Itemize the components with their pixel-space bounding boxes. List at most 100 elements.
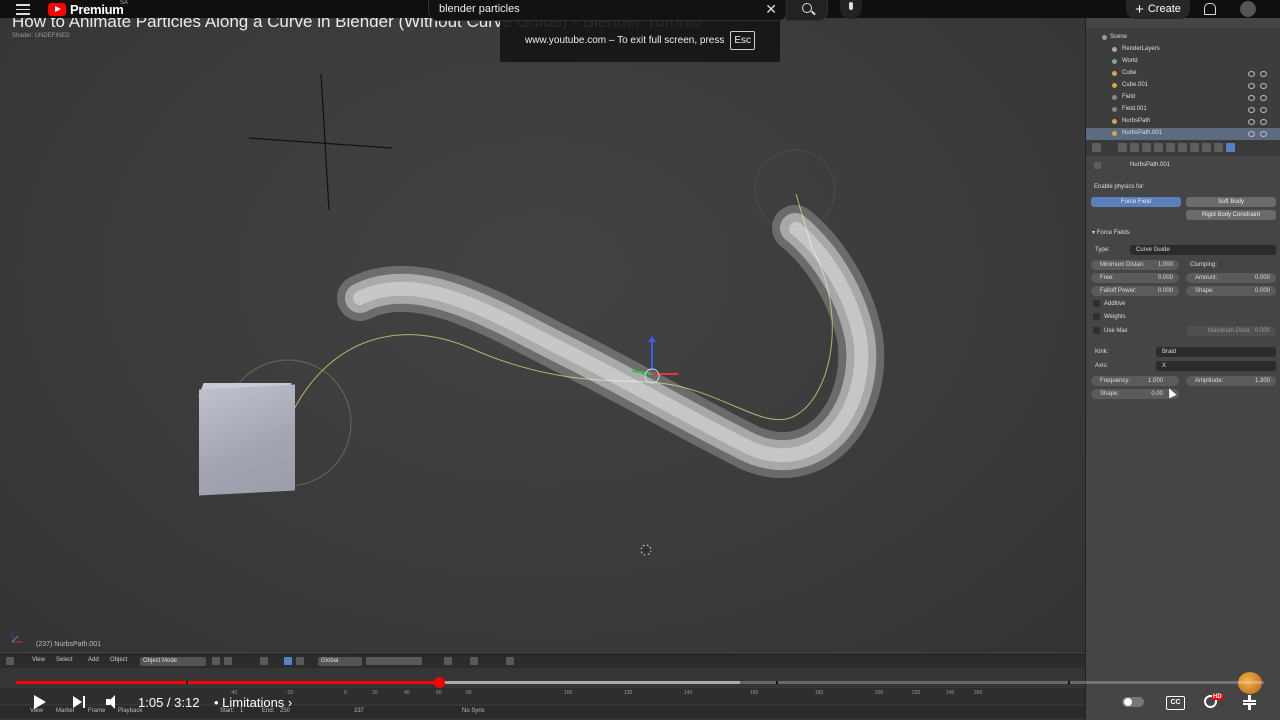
- proportional-icon[interactable]: [444, 657, 452, 665]
- frequency-field[interactable]: Frequency: 1.000: [1091, 376, 1179, 386]
- empty-axis-line: [248, 137, 393, 149]
- kink-label: Kink:: [1095, 349, 1109, 355]
- outliner-item[interactable]: Cube.001: [1086, 80, 1280, 92]
- pin-icon[interactable]: [1094, 162, 1101, 169]
- use-max-checkbox[interactable]: [1093, 327, 1100, 334]
- select-arrow-icon[interactable]: [1260, 71, 1267, 77]
- minimum-distance-field[interactable]: Minimum Distan: 1.000: [1091, 260, 1179, 270]
- outliner-item[interactable]: Field.001: [1086, 104, 1280, 116]
- editor-type-icon[interactable]: [6, 657, 14, 665]
- outliner-item[interactable]: NurbsPath: [1086, 116, 1280, 128]
- pivot-icon[interactable]: [224, 657, 232, 665]
- clumping-shape-field[interactable]: Shape: 0.000: [1186, 286, 1276, 296]
- play-button[interactable]: [32, 692, 46, 712]
- render-icon[interactable]: [506, 657, 514, 665]
- field-type-dropdown[interactable]: Curve Guide: [1130, 245, 1276, 255]
- select-arrow-icon[interactable]: [1260, 131, 1267, 137]
- outliner-item[interactable]: World: [1086, 56, 1280, 68]
- video-player[interactable]: How to Animate Particles Along a Curve i…: [0, 18, 1280, 720]
- weights-checkbox[interactable]: [1093, 313, 1100, 320]
- subtitles-cc-button[interactable]: CC: [1166, 696, 1185, 710]
- chapter-title-button[interactable]: • Limitations ›: [214, 695, 292, 710]
- render-tab-icon[interactable]: [1092, 143, 1101, 152]
- soft-body-button[interactable]: Soft Body: [1186, 197, 1276, 207]
- chapter-marker: [1068, 681, 1070, 684]
- constraints-tab-icon[interactable]: [1154, 143, 1163, 152]
- volume-icon[interactable]: [106, 692, 122, 712]
- type-label: Type:: [1095, 247, 1110, 253]
- mode-dropdown[interactable]: Object Mode: [140, 657, 206, 666]
- current-frame-field[interactable]: 237: [354, 708, 364, 714]
- properties-tabs: [1086, 140, 1280, 156]
- data-tab-icon[interactable]: [1178, 143, 1187, 152]
- axis-dropdown[interactable]: X: [1156, 361, 1276, 371]
- search-icon: [802, 3, 812, 13]
- clear-search-icon[interactable]: ✕: [765, 1, 777, 18]
- select-arrow-icon[interactable]: [1260, 83, 1267, 89]
- falloff-power-field[interactable]: Falloff Power: 0.000: [1091, 286, 1179, 296]
- next-video-button[interactable]: [72, 692, 86, 712]
- orientation-dropdown[interactable]: Global: [318, 657, 362, 666]
- search-button[interactable]: [786, 0, 828, 21]
- select-arrow-icon[interactable]: [1260, 119, 1267, 125]
- force-field-button[interactable]: Force Field: [1091, 197, 1181, 207]
- world-tab-icon[interactable]: [1130, 143, 1139, 152]
- visibility-eye-icon[interactable]: [1248, 131, 1255, 137]
- rotate-icon[interactable]: [296, 657, 304, 665]
- select-arrow-icon[interactable]: [1260, 107, 1267, 113]
- texture-tab-icon[interactable]: [1202, 143, 1211, 152]
- create-button[interactable]: + Create: [1126, 0, 1190, 19]
- modifiers-tab-icon[interactable]: [1166, 143, 1175, 152]
- menu-view[interactable]: View: [32, 657, 45, 663]
- visibility-eye-icon[interactable]: [1248, 107, 1255, 113]
- outliner-item[interactable]: Scene: [1086, 32, 1280, 44]
- outliner-item-selected[interactable]: NurbsPath.001: [1086, 128, 1280, 140]
- additive-label: Additive: [1104, 301, 1126, 307]
- visibility-eye-icon[interactable]: [1248, 119, 1255, 125]
- outliner-item[interactable]: Cube: [1086, 68, 1280, 80]
- force-fields-section-header[interactable]: ▾ Force Fields: [1092, 229, 1130, 236]
- translate-icon[interactable]: [284, 657, 292, 665]
- select-arrow-icon[interactable]: [1260, 95, 1267, 101]
- blender-3d-viewport: How to Animate Particles Along a Curve i…: [0, 18, 1085, 652]
- shading-icon[interactable]: [212, 657, 220, 665]
- search-input[interactable]: blender particles ✕: [428, 0, 788, 21]
- rigid-body-constraint-button[interactable]: Rigid Body Constraint: [1186, 210, 1276, 220]
- sync-dropdown[interactable]: No Sync: [462, 708, 485, 714]
- physics-tab-icon[interactable]: [1226, 143, 1235, 152]
- youtube-logo[interactable]: Premium SA: [48, 0, 128, 17]
- avatar[interactable]: [1240, 1, 1256, 17]
- autoplay-toggle[interactable]: [1122, 697, 1144, 707]
- menu-object[interactable]: Object: [110, 657, 127, 663]
- outliner-item[interactable]: RenderLayers: [1086, 44, 1280, 56]
- visibility-eye-icon[interactable]: [1248, 83, 1255, 89]
- scene-tab-icon[interactable]: [1118, 143, 1127, 152]
- additive-checkbox[interactable]: [1093, 300, 1100, 307]
- scrubber-handle[interactable]: [434, 677, 446, 688]
- outliner-item[interactable]: Field: [1086, 92, 1280, 104]
- visibility-eye-icon[interactable]: [1248, 95, 1255, 101]
- voice-search-icon[interactable]: [840, 0, 862, 19]
- amount-field[interactable]: Amount: 0.000: [1186, 273, 1276, 283]
- particles-tab-icon[interactable]: [1214, 143, 1223, 152]
- object-tab-icon[interactable]: [1142, 143, 1151, 152]
- notifications-bell-icon[interactable]: [1204, 3, 1216, 15]
- kink-dropdown[interactable]: Braid: [1156, 347, 1276, 357]
- maximum-distance-field[interactable]: Maximum Dista: 0.000: [1186, 326, 1276, 336]
- menu-select[interactable]: Select: [56, 657, 73, 663]
- visibility-eye-icon[interactable]: [1248, 71, 1255, 77]
- amplitude-field[interactable]: Amplitude: 1.300: [1186, 376, 1276, 386]
- snap-icon[interactable]: [470, 657, 478, 665]
- timeline-menu-frame[interactable]: Frame: [88, 708, 105, 714]
- free-field[interactable]: Free: 0.000: [1091, 273, 1179, 283]
- viewport-header: View Select Add Object Object Mode Globa…: [0, 654, 1085, 669]
- menu-add[interactable]: Add: [88, 657, 99, 663]
- layers-grid-icon[interactable]: [366, 657, 422, 665]
- menu-icon[interactable]: [16, 4, 30, 15]
- fullscreen-notice: www.youtube.com – To exit full screen, p…: [500, 18, 780, 62]
- manipulator-icon[interactable]: [260, 657, 268, 665]
- world-icon: [1112, 59, 1117, 64]
- exit-fullscreen-icon[interactable]: [1240, 695, 1256, 710]
- material-tab-icon[interactable]: [1190, 143, 1199, 152]
- progress-bar[interactable]: [16, 677, 1264, 688]
